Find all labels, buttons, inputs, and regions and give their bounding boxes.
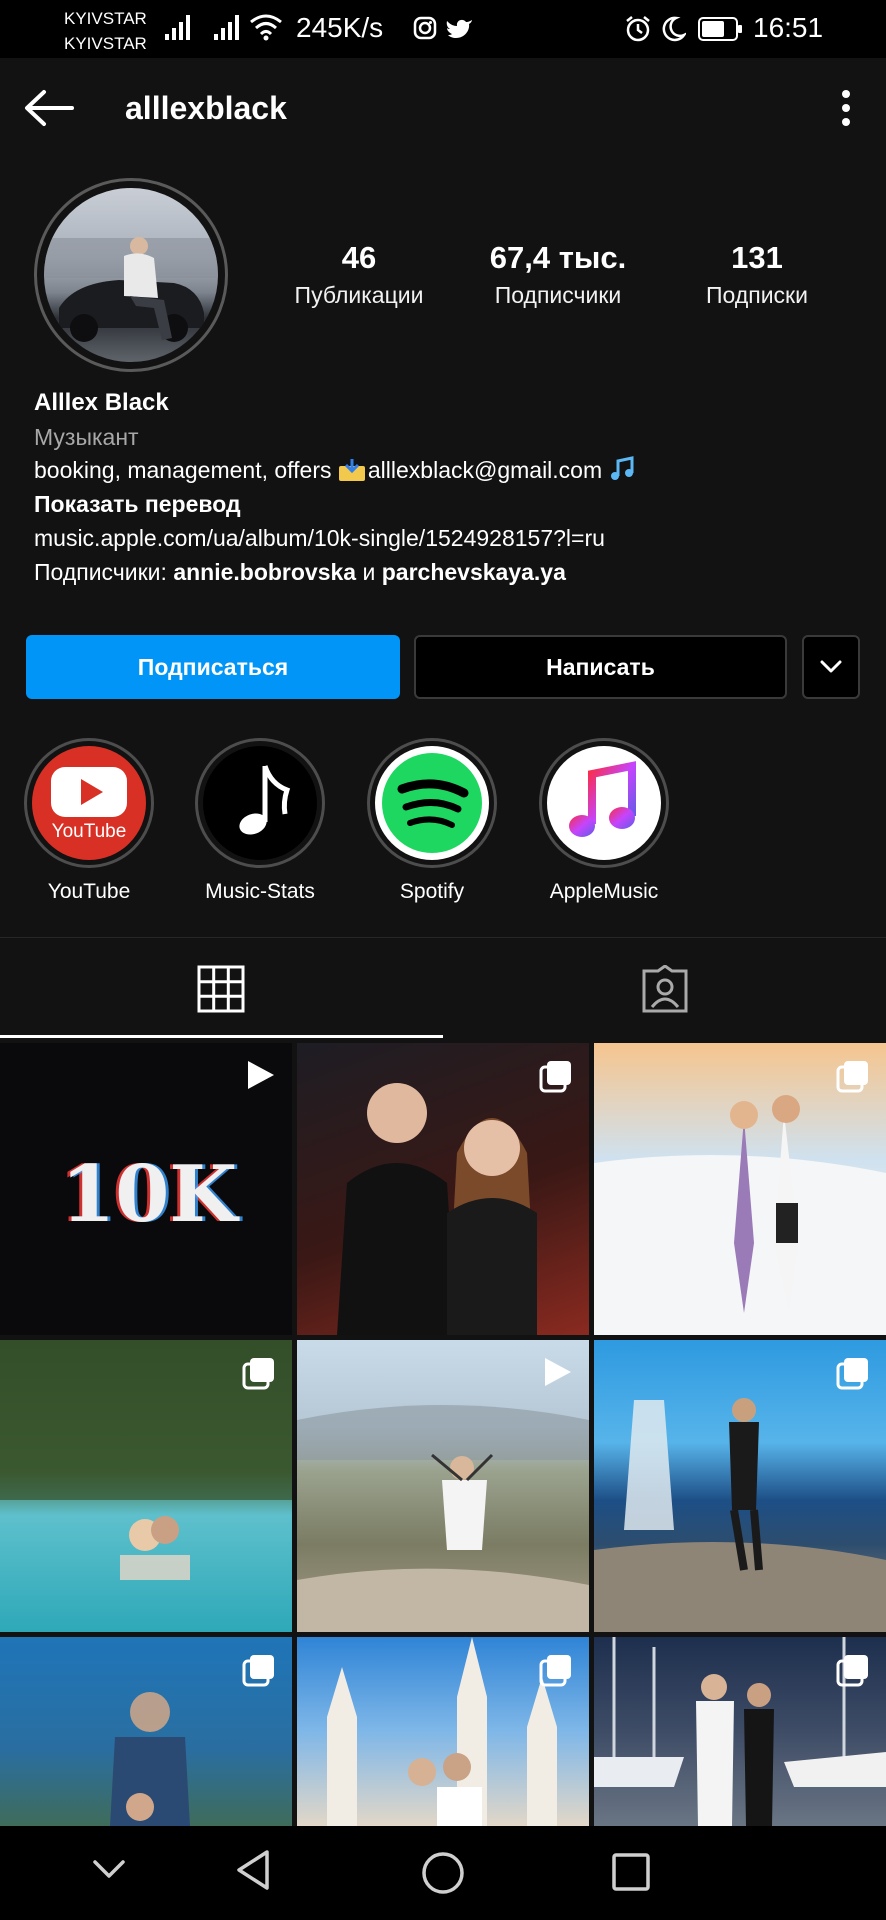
grid-post[interactable] (594, 1043, 886, 1335)
multi-post-icon (539, 1655, 571, 1687)
stat-followers-label: Подписчики (494, 282, 622, 308)
highlight-label: Spotify (399, 880, 465, 903)
clock: 16:51 (753, 12, 824, 43)
moon-icon (662, 16, 686, 42)
alarm-icon (626, 16, 650, 42)
play-icon (248, 1061, 274, 1089)
multi-post-icon (836, 1358, 868, 1390)
back-arrow-icon[interactable] (22, 88, 76, 128)
highlight-label: AppleMusic (549, 880, 659, 903)
tagged-icon[interactable] (640, 965, 690, 1015)
stat-posts-value: 46 (341, 240, 377, 275)
grid-post[interactable] (297, 1043, 589, 1335)
profile-name: Alllex Black (34, 389, 169, 416)
wifi-icon (250, 14, 282, 41)
stat-following-value: 131 (731, 240, 783, 275)
grid-post[interactable] (0, 1340, 292, 1632)
instagram-icon (413, 16, 437, 40)
multi-post-icon (539, 1061, 571, 1093)
content-tabs (0, 937, 886, 1040)
followed-by-prefix: Подписчики: (34, 559, 174, 585)
followed-by-line: Подписчики: annie.bobrovska и parchevska… (34, 555, 566, 589)
more-vertical-icon[interactable] (836, 88, 856, 128)
bio-booking-text: booking, management, offers (34, 457, 338, 483)
highlight-label: Music-Stats (205, 880, 315, 903)
stat-posts-label: Публикации (294, 282, 424, 308)
follower-link-1[interactable]: annie.bobrovska (173, 559, 356, 585)
nav-back-icon[interactable] (233, 1848, 273, 1892)
highlight-spotify[interactable]: Spotify (367, 738, 497, 904)
avatar-photo (44, 237, 218, 342)
carrier-2: KYIVSTAR (64, 34, 147, 53)
followed-by-and: и (356, 559, 382, 585)
profile-category: Музыкант (34, 424, 139, 450)
grid-icon[interactable] (197, 965, 245, 1013)
multi-post-icon (836, 1655, 868, 1687)
chevron-down-icon (820, 660, 842, 673)
highlight-ring (195, 738, 325, 868)
multi-post-icon (242, 1655, 274, 1687)
music-note-icon (609, 456, 635, 482)
carrier-1: KYIVSTAR (64, 9, 147, 28)
stat-following-label: Подписки (706, 282, 808, 308)
stat-followers[interactable]: 67,4 тыс. Подписчики (473, 240, 643, 309)
grid-post[interactable] (594, 1340, 886, 1632)
youtube-logo-text: YouTube (52, 821, 127, 841)
stat-posts[interactable]: 46 Публикации (284, 240, 434, 309)
stat-following[interactable]: 131 Подписки (682, 240, 832, 309)
twitter-icon (446, 19, 472, 38)
highlight-ring (367, 738, 497, 868)
avatar[interactable] (44, 188, 218, 362)
youtube-icon: YouTube (32, 746, 146, 860)
highlight-label: YouTube (47, 880, 131, 903)
signal-icon-2 (214, 15, 239, 40)
nav-recents-icon[interactable] (611, 1852, 651, 1892)
highlight-apple-music[interactable]: AppleMusic (539, 738, 669, 904)
highlight-ring (539, 738, 669, 868)
post-10k-text: 10K (61, 1149, 241, 1240)
music-note-icon (203, 746, 317, 860)
bio-external-link[interactable]: music.apple.com/ua/album/10k-single/1524… (34, 521, 605, 555)
show-translation-link[interactable]: Показать перевод (34, 487, 241, 521)
multi-post-icon (836, 1061, 868, 1093)
stat-followers-value: 67,4 тыс. (489, 240, 627, 275)
grid-post[interactable] (594, 1637, 886, 1826)
follow-button[interactable]: Подписаться (26, 635, 400, 699)
signal-icon (165, 15, 190, 40)
active-tab-indicator (0, 1035, 443, 1038)
message-button[interactable]: Написать (414, 635, 787, 699)
multi-post-icon (242, 1358, 274, 1390)
bio-line: booking, management, offers alllexblack@… (34, 453, 635, 487)
apple-music-icon (547, 746, 661, 860)
grid-post[interactable] (0, 1637, 292, 1826)
hide-keyboard-chevron-icon[interactable] (92, 1858, 126, 1880)
grid-post[interactable]: 10K 10K 10K (0, 1043, 292, 1335)
nav-home-icon[interactable] (420, 1850, 466, 1896)
play-icon (545, 1358, 571, 1386)
network-speed: 245K/s (296, 12, 384, 43)
highlight-ring: YouTube (24, 738, 154, 868)
suggestions-dropdown-button[interactable] (802, 635, 860, 699)
highlight-music-stats[interactable]: Music-Stats (195, 738, 325, 904)
inbox-tray-icon (338, 457, 366, 481)
highlight-youtube[interactable]: YouTube YouTube (24, 738, 154, 904)
battery-icon (698, 17, 742, 41)
grid-post[interactable] (297, 1340, 589, 1632)
spotify-icon (375, 746, 489, 860)
profile-username: alllexblack (125, 90, 287, 126)
follower-link-2[interactable]: parchevskaya.ya (382, 559, 566, 585)
bio-email-link[interactable]: alllexblack@gmail.com (368, 457, 602, 483)
grid-post[interactable] (297, 1637, 589, 1826)
status-bar: KYIVSTAR KYIVSTAR 245K/s 16:51 (0, 0, 886, 58)
